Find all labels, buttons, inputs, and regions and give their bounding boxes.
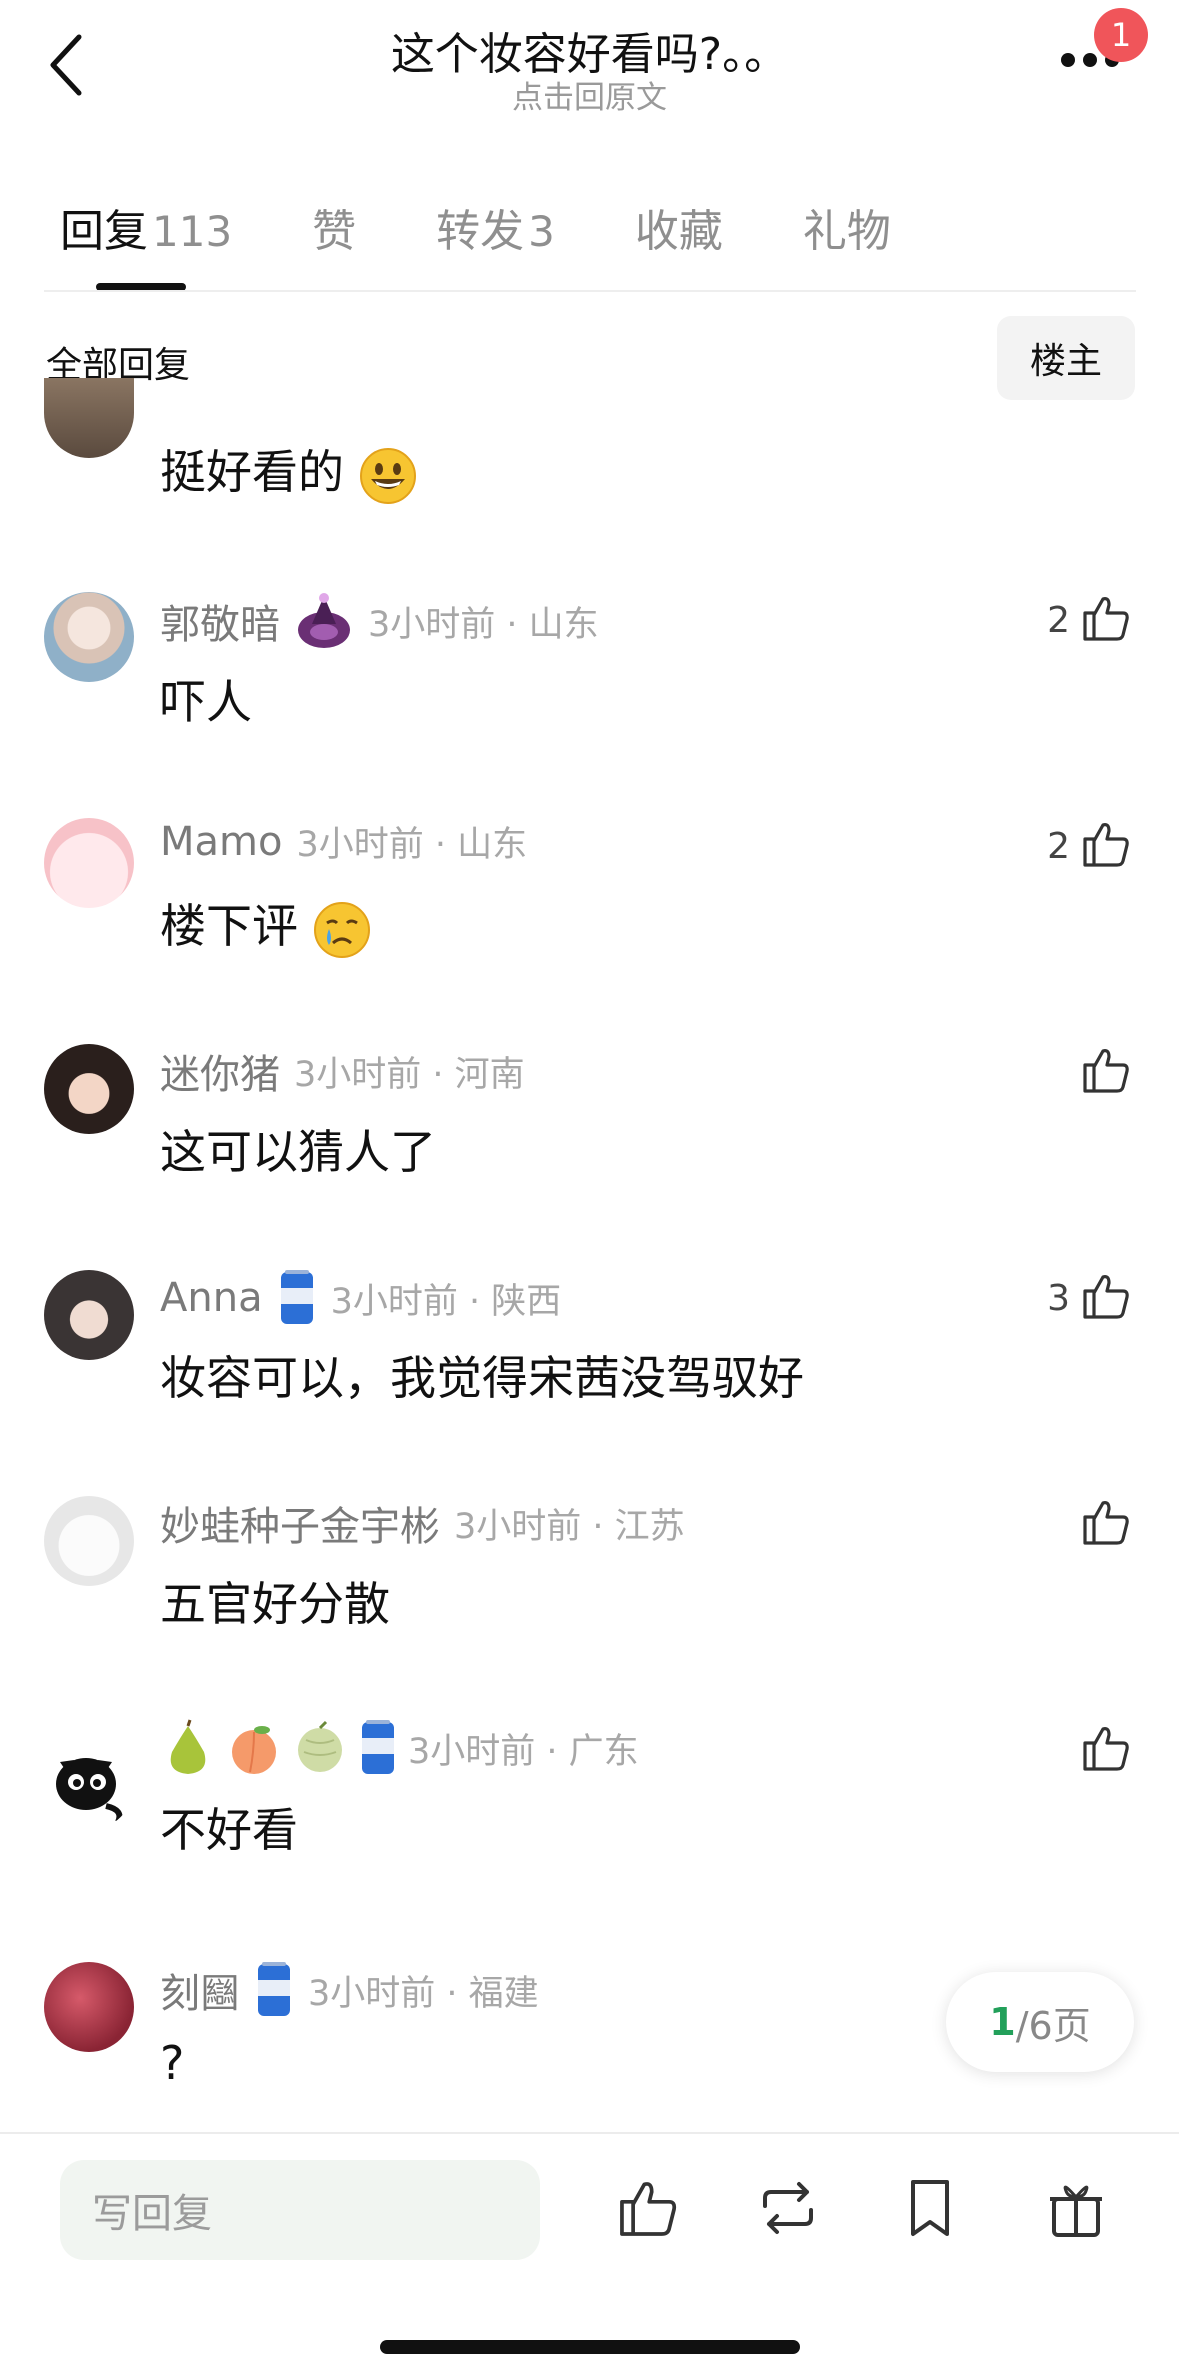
divider <box>0 2132 1179 2134</box>
back-button[interactable] <box>30 20 100 110</box>
comment-header: 郭敬暗 3小时前 · 山东 <box>160 590 599 652</box>
comment-text: 吓人 <box>160 675 252 729</box>
comment-text: 挺好看的 <box>160 436 417 505</box>
total-pages: /6页 <box>1015 2003 1091 2048</box>
purple-fan-badge-icon <box>298 593 350 648</box>
tab-reposts[interactable]: 转发3 <box>436 195 555 265</box>
thumbs-up-icon <box>1083 1049 1129 1093</box>
reply-placeholder: 写回复 <box>92 2191 212 2237</box>
username[interactable]: 郭敬暗 <box>160 592 280 650</box>
comment-header: 3小时前 · 广东 <box>160 1718 639 1778</box>
avatar[interactable] <box>44 1044 134 1134</box>
username[interactable]: Anna <box>160 1275 263 1321</box>
comment-text: ? <box>160 2036 185 2090</box>
username[interactable]: 刻圝 <box>160 1961 240 2019</box>
tab-likes[interactable]: 赞 <box>312 195 356 265</box>
like-button[interactable] <box>1076 1040 1136 1100</box>
like-button[interactable] <box>1076 1266 1136 1326</box>
comment-header: 妙蛙种子金宇彬 3小时前 · 江苏 <box>160 1494 685 1552</box>
avatar[interactable] <box>44 378 134 458</box>
comment-meta: 3小时前 · 山东 <box>368 604 599 645</box>
tab-label: 收藏 <box>634 206 723 257</box>
username[interactable]: 迷你猪 <box>160 1042 280 1100</box>
divider <box>44 290 1136 292</box>
comment-meta: 3小时前 · 广东 <box>408 1731 639 1772</box>
comment-header: 刻圝 3小时前 · 福建 <box>160 1960 539 2020</box>
current-page: 1 <box>989 2000 1016 2044</box>
pear-icon <box>170 1719 206 1774</box>
comment-header: Mamo 3小时前 · 山东 <box>160 816 527 867</box>
comment-text: 这可以猜人了 <box>160 1125 436 1179</box>
page-indicator[interactable]: 1/6页 <box>946 1972 1134 2072</box>
username[interactable]: Mamo <box>160 819 282 865</box>
comment-meta: 3小时前 · 福建 <box>308 1973 539 2014</box>
repost-button[interactable] <box>748 2168 828 2248</box>
comment-text: 妆容可以，我觉得宋茜没驾驭好 <box>160 1351 804 1405</box>
like-button[interactable] <box>1076 814 1136 874</box>
home-indicator <box>380 2340 800 2354</box>
comment-text: 不好看 <box>160 1803 298 1857</box>
thumbs-up-icon <box>1083 1727 1129 1771</box>
like-button[interactable] <box>1076 588 1136 648</box>
comment-header: Anna 3小时前 · 陕西 <box>160 1268 561 1328</box>
tab-label: 转发 <box>436 206 525 257</box>
username[interactable]: 妙蛙种子金宇彬 <box>160 1494 440 1552</box>
comment-text: 楼下评 <box>160 890 371 959</box>
comment-meta: 3小时前 · 河南 <box>294 1054 525 1095</box>
blue-can-badge-icon <box>362 1720 394 1774</box>
like-bar-button[interactable] <box>608 2168 688 2248</box>
bookmark-button[interactable] <box>890 2168 970 2248</box>
like-button[interactable] <box>1076 1492 1136 1552</box>
like-button[interactable] <box>1076 1718 1136 1778</box>
tab-gifts[interactable]: 礼物 <box>803 195 891 265</box>
avatar[interactable] <box>44 818 134 908</box>
avatar[interactable] <box>44 592 134 682</box>
thumbs-up-icon <box>1083 823 1129 867</box>
gift-button[interactable] <box>1036 2168 1116 2248</box>
owner-only-button[interactable]: 楼主 <box>997 316 1135 400</box>
avatar[interactable] <box>44 1740 134 1830</box>
black-cat-avatar-icon <box>56 1758 123 1824</box>
tab-label: 赞 <box>312 206 357 257</box>
crying-face-icon <box>313 901 370 958</box>
like-count: 3 <box>1047 1278 1070 1319</box>
like-icon <box>620 2182 677 2236</box>
comment-meta: 3小时前 · 山东 <box>296 825 528 865</box>
melon-icon <box>298 1720 342 1772</box>
avatar[interactable] <box>44 1962 134 2052</box>
tab-favorites[interactable]: 收藏 <box>635 195 723 265</box>
tab-replies[interactable]: 回复113 <box>60 195 232 265</box>
blue-can-badge-icon <box>280 1270 313 1324</box>
like-count: 2 <box>1047 826 1070 867</box>
comment-meta: 3小时前 · 江苏 <box>454 1506 685 1547</box>
blue-can-badge-icon <box>258 1962 290 2016</box>
avatar[interactable] <box>44 1270 134 1360</box>
grinning-face-icon <box>359 447 416 504</box>
notification-badge: 1 <box>1094 8 1148 62</box>
like-count: 2 <box>1047 600 1070 641</box>
avatar[interactable] <box>44 1496 134 1586</box>
comment-text: 五官好分散 <box>160 1577 390 1631</box>
thumbs-up-icon <box>1083 597 1129 641</box>
comment-header: 迷你猪 3小时前 · 河南 <box>160 1042 525 1100</box>
tab-label: 礼物 <box>802 206 891 257</box>
tab-label: 回复 <box>60 206 148 257</box>
chevron-left-icon <box>50 34 82 96</box>
thumbs-up-icon <box>1083 1501 1129 1545</box>
tab-count: 3 <box>528 207 555 256</box>
thumbs-up-icon <box>1083 1275 1129 1319</box>
repost-icon <box>763 2182 813 2234</box>
view-original-link[interactable]: 点击回原文 <box>200 72 979 117</box>
tab-count: 113 <box>152 207 233 256</box>
bookmark-icon <box>911 2180 949 2236</box>
reply-input[interactable]: 写回复 <box>60 2160 540 2260</box>
gift-icon <box>1050 2185 1102 2237</box>
peach-icon <box>232 1726 276 1774</box>
comment-meta: 3小时前 · 陕西 <box>330 1281 562 1322</box>
tab-bar: 回复113 赞 转发3 收藏 礼物 <box>60 195 971 265</box>
